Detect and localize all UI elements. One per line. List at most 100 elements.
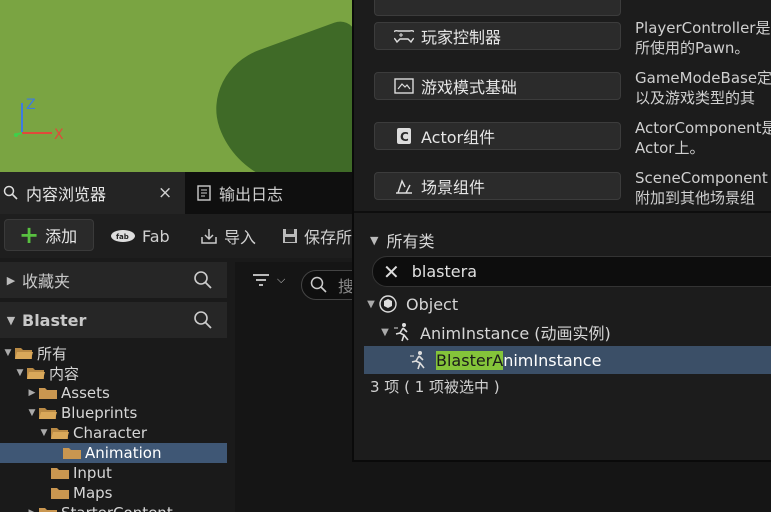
folder-row[interactable]: Maps [0, 483, 227, 503]
chevron-down-icon: ▼ [6, 313, 16, 327]
class-search-value: blastera [411, 262, 478, 281]
desc-line: PlayerController是 [635, 19, 771, 37]
class-row-label: Object [406, 294, 459, 314]
chevron-down-icon: ▼ [367, 298, 375, 310]
tab-output-log[interactable]: 输出日志 [193, 172, 353, 214]
scene-component-label: 场景组件 [421, 178, 486, 197]
project-label: Blaster [22, 310, 87, 330]
output-log-icon [195, 184, 213, 202]
class-tree: ▼ Object ▼ AnimInstance (动画实例) BlasterAn… [364, 290, 771, 374]
class-row-anim-instance[interactable]: ▼ AnimInstance (动画实例) [364, 318, 771, 346]
search-match-highlight: BlasterA [436, 350, 504, 370]
desc-line: Actor上。 [635, 139, 705, 157]
viewport-shadow [199, 17, 352, 172]
filter-icon [253, 274, 269, 286]
tab-content-browser[interactable]: 内容浏览器 × [0, 172, 185, 214]
common-class-button-actor-component[interactable]: C Actor组件 [374, 122, 621, 150]
filter-button[interactable]: ⌵ [251, 272, 285, 288]
clear-search-icon[interactable]: ✕ [383, 260, 400, 284]
item-count-status: 3 项 ( 1 项被选中 ) [370, 378, 500, 396]
folder-row[interactable]: Animation [0, 443, 227, 463]
level-viewport[interactable]: Z X [0, 0, 352, 172]
add-button[interactable]: + 添加 [4, 219, 94, 251]
fab-label: Fab [142, 226, 170, 246]
folder-row[interactable]: ▼ Character [0, 423, 227, 443]
close-icon[interactable]: × [158, 183, 172, 203]
folder-label: 内容 [49, 364, 80, 383]
chevron-down-icon[interactable]: ▼ [38, 428, 50, 438]
axis-x-label: X [54, 127, 64, 143]
common-class-button-player-controller[interactable]: 玩家控制器 [374, 22, 621, 50]
gamemode-icon [393, 77, 415, 95]
desc-line: GameModeBase定 [635, 69, 771, 87]
search-icon[interactable] [193, 310, 213, 334]
folder-open-icon [27, 368, 45, 379]
folder-icon [39, 508, 57, 512]
scene-component-icon [393, 177, 415, 195]
folder-open-icon [15, 348, 33, 359]
common-class-button-game-mode-base[interactable]: 游戏模式基础 [374, 72, 621, 100]
folder-row[interactable]: ▶ StarterContent [0, 503, 227, 512]
folder-label: Input [73, 464, 112, 482]
chevron-down-icon[interactable]: ▼ [26, 408, 38, 418]
scene-component-description: SceneComponent 附加到其他场景组 [635, 168, 771, 208]
desc-line: SceneComponent [635, 169, 768, 187]
common-class-button-scene-component[interactable]: 场景组件 [374, 172, 621, 200]
actor-component-icon: C [393, 127, 415, 145]
object-class-icon [378, 294, 398, 314]
all-classes-header[interactable]: ▼ 所有类 [370, 228, 434, 252]
desc-line: 所使用的Pawn。 [635, 39, 750, 57]
chevron-down-icon: ⌵ [277, 273, 286, 286]
chevron-down-icon: ▼ [381, 326, 389, 338]
folder-row[interactable]: ▼ 内容 [0, 363, 227, 383]
class-row-blaster-anim-instance[interactable]: BlasterAnimInstance [364, 346, 771, 374]
import-icon [200, 227, 218, 245]
tab-content-browser-label: 内容浏览器 [26, 185, 107, 204]
folder-label: Assets [61, 384, 110, 402]
chevron-down-icon: ▼ [370, 233, 379, 247]
chevron-right-icon[interactable]: ▶ [26, 388, 38, 398]
content-browser-toolbar: + 添加 fab Fab 导入 保存所 [0, 214, 352, 258]
favorites-section[interactable]: ▶ 收藏夹 [0, 262, 227, 298]
save-all-button[interactable]: 保存所 [282, 224, 352, 248]
class-row-label-rest: nimInstance [503, 350, 602, 370]
add-label: 添加 [45, 227, 78, 246]
class-search-input[interactable]: ✕ blastera [372, 256, 771, 287]
folder-label: 所有 [37, 344, 68, 363]
pick-parent-class-dialog: 玩家控制器 PlayerController是 所使用的Pawn。 游戏模式基础… [352, 0, 771, 462]
search-icon[interactable] [193, 270, 213, 294]
chevron-right-icon[interactable]: ▶ [26, 508, 38, 512]
anim-instance-icon [408, 350, 428, 370]
folder-tree: ▼ 所有 ▼ 内容 ▶ Assets ▼ Blueprints ▼ Character Animat… [0, 343, 227, 512]
chevron-down-icon[interactable]: ▼ [14, 368, 26, 378]
folder-row[interactable]: Input [0, 463, 227, 483]
folder-open-icon [39, 408, 57, 419]
player-controller-description: PlayerController是 所使用的Pawn。 [635, 18, 771, 58]
folder-row[interactable]: ▶ Assets [0, 383, 227, 403]
favorites-label: 收藏夹 [22, 272, 71, 291]
class-row-label: BlasterAnimInstance [436, 350, 602, 370]
axis-gizmo: Z X [13, 97, 64, 143]
fab-button[interactable]: fab Fab [110, 224, 170, 248]
project-section[interactable]: ▼ Blaster [0, 302, 227, 338]
import-button[interactable]: 导入 [200, 224, 256, 248]
save-all-label: 保存所 [304, 228, 353, 247]
folder-label: Blueprints [61, 404, 138, 422]
folder-icon [51, 468, 69, 479]
anim-instance-icon [392, 322, 412, 342]
tab-output-log-label: 输出日志 [219, 185, 284, 204]
class-row-object[interactable]: ▼ Object [364, 290, 771, 318]
svg-text:C: C [400, 130, 409, 144]
desc-line: 以及游戏类型的其 [635, 89, 756, 107]
sources-panel: ▶ 收藏夹 ▼ Blaster ▼ 所有 ▼ 内容 ▶ Assets ▼ Blueprints… [0, 262, 227, 512]
chevron-right-icon: ▶ [6, 273, 16, 287]
save-icon [282, 228, 298, 244]
folder-row[interactable]: ▼ Blueprints [0, 403, 227, 423]
common-class-button-hidden[interactable] [374, 0, 621, 16]
chevron-down-icon[interactable]: ▼ [2, 348, 14, 358]
import-label: 导入 [224, 228, 257, 247]
content-browser: 内容浏览器 × 输出日志 + 添加 fab Fab 导入 保存所 ▶ 收藏夹 ▼… [0, 172, 361, 512]
folder-row[interactable]: ▼ 所有 [0, 343, 227, 363]
fab-icon: fab [110, 229, 136, 243]
game-mode-base-description: GameModeBase定 以及游戏类型的其 [635, 68, 771, 108]
